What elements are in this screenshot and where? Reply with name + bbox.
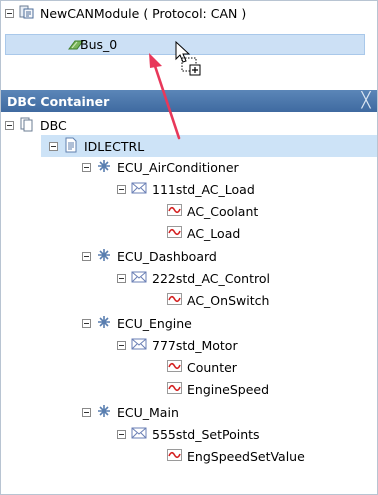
tree-node-signal[interactable]: EngSpeedSetValue [167,446,305,467]
signal-icon [167,382,182,397]
ecu-label: ECU_Main [117,405,179,420]
signal-icon [167,204,182,219]
message-label: 555std_SetPoints [152,427,260,442]
ecu-label: ECU_Dashboard [117,249,217,264]
tree-node-signal[interactable]: AC_OnSwitch [167,290,269,311]
ecu-label: ECU_Engine [117,316,192,331]
message-label: 777std_Motor [152,338,238,353]
tree-node-message[interactable]: 777std_Motor [117,335,238,356]
ecu-icon [96,158,112,177]
tree-node-message[interactable]: 222std_AC_Control [117,268,270,289]
signal-icon [167,226,182,241]
collapse-toggle[interactable] [82,163,91,172]
collapse-toggle[interactable] [82,319,91,328]
message-label: 111std_AC_Load [152,182,255,197]
envelope-icon [131,181,147,198]
collapse-toggle[interactable] [82,252,91,261]
ecu-icon [96,314,112,333]
signal-label: AC_Coolant [187,204,259,219]
tree-node-idlectrl[interactable]: IDLECTRL [49,136,144,157]
tree-node-module[interactable]: NewCANModule ( Protocol: CAN ) [5,3,246,24]
signal-label: AC_Load [187,226,241,241]
signal-icon [167,360,182,375]
dbc-container-header: DBC Container ╳ [1,90,377,112]
signal-icon [167,293,182,308]
close-icon[interactable]: ╳ [359,92,373,108]
database-icon [19,116,35,135]
tree-node-message[interactable]: 555std_SetPoints [117,424,260,445]
signal-label: AC_OnSwitch [187,293,270,308]
module-icon [19,4,35,23]
bus-label: Bus_0 [80,37,118,52]
tree-node-ecu[interactable]: ECU_AirConditioner [82,157,239,178]
envelope-icon [131,337,147,354]
tree-node-bus[interactable]: Bus_0 [5,34,365,55]
collapse-toggle[interactable] [49,142,58,151]
module-label: NewCANModule ( Protocol: CAN ) [40,6,247,21]
collapse-toggle[interactable] [5,121,14,130]
collapse-toggle[interactable] [5,9,14,18]
signal-label: EngineSpeed [187,382,270,397]
tree-node-ecu[interactable]: ECU_Dashboard [82,246,217,267]
tree-node-signal[interactable]: AC_Load [167,223,240,244]
dbc-tree-pane: DBC IDLECTRL ECU_AirConditioner 111std_A… [1,112,377,494]
tree-node-message[interactable]: 111std_AC_Load [117,179,255,200]
tree-node-ecu[interactable]: ECU_Main [82,402,179,423]
tree-node-signal[interactable]: Counter [167,357,237,378]
collapse-toggle[interactable] [82,408,91,417]
module-tree-pane: NewCANModule ( Protocol: CAN ) Bus_0 [1,1,377,87]
signal-label: Counter [187,360,237,375]
idlectrl-label: IDLECTRL [84,139,145,154]
envelope-icon [131,426,147,443]
dbc-root-label: DBC [40,118,67,133]
ecu-icon [96,247,112,266]
message-label: 222std_AC_Control [152,271,270,286]
tree-node-signal[interactable]: EngineSpeed [167,379,269,400]
collapse-toggle[interactable] [117,185,126,194]
envelope-icon [131,270,147,287]
signal-icon [167,449,182,464]
collapse-toggle[interactable] [117,341,126,350]
collapse-toggle[interactable] [117,430,126,439]
dbc-container-title: DBC Container [7,93,110,109]
signal-label: EngSpeedSetValue [187,449,305,464]
tree-node-dbc[interactable]: DBC [5,115,67,136]
collapse-toggle[interactable] [117,274,126,283]
ecu-label: ECU_AirConditioner [117,160,239,175]
tree-node-ecu[interactable]: ECU_Engine [82,313,192,334]
ecu-icon [96,403,112,422]
tree-node-signal[interactable]: AC_Coolant [167,201,258,222]
document-icon [63,137,79,156]
